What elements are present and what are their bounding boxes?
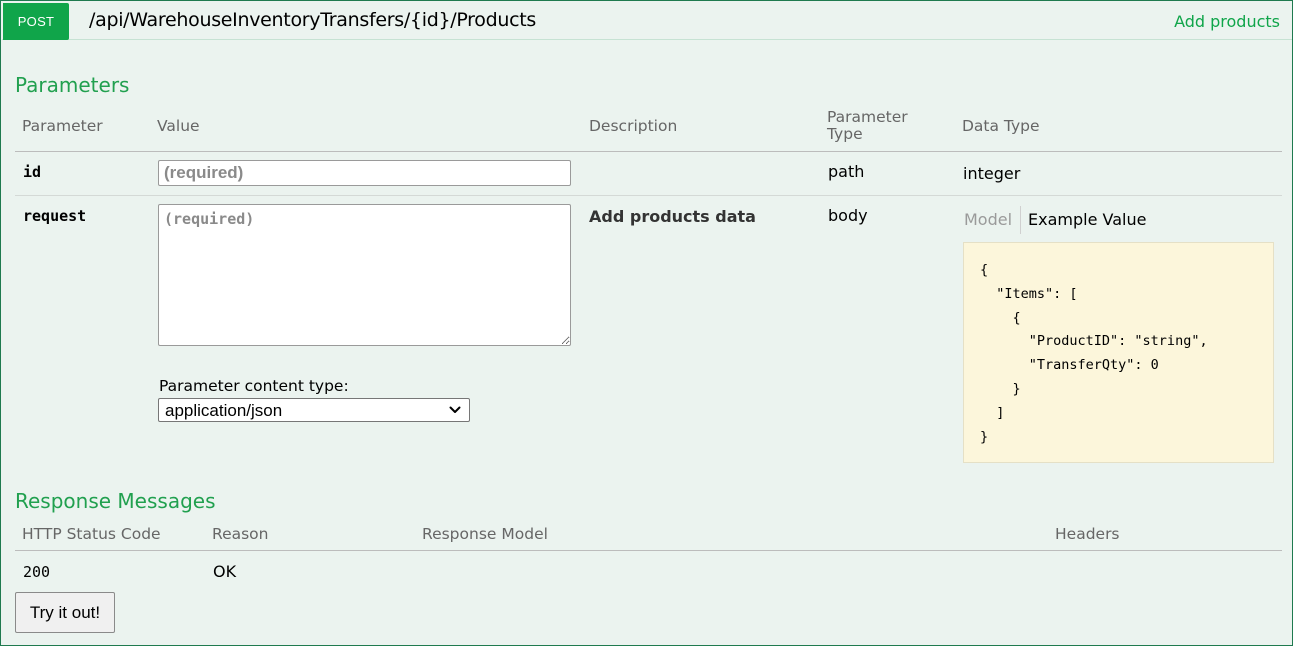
row-divider: [15, 195, 1282, 196]
chevron-down-icon: [449, 406, 461, 413]
col-header-status: HTTP Status Code: [22, 525, 161, 543]
col-header-data-type: Data Type: [962, 117, 1040, 135]
header-divider: [15, 151, 1282, 152]
param-name-request: request: [23, 207, 87, 225]
param-type-request: body: [828, 206, 868, 225]
tab-model[interactable]: Model: [964, 210, 1012, 229]
content-type-value: application/json: [165, 401, 283, 420]
response-messages-title: Response Messages: [15, 489, 216, 513]
parameters-title: Parameters: [15, 73, 130, 97]
operation-path[interactable]: /api/WarehouseInventoryTransfers/{id}/Pr…: [89, 9, 536, 31]
col-header-headers: Headers: [1055, 525, 1120, 543]
response-reason: OK: [213, 562, 237, 581]
col-header-parameter-type-line1: Parameter: [827, 108, 908, 126]
col-header-parameter-type: Parameter Type: [827, 109, 908, 143]
operation-panel: POST /api/WarehouseInventoryTransfers/{i…: [0, 0, 1293, 646]
example-value-code: { "Items": [ { "ProductID": "string", "T…: [980, 262, 1208, 445]
operation-summary[interactable]: Add products: [1174, 12, 1280, 31]
description-request: Add products data: [589, 207, 756, 226]
example-value-box[interactable]: { "Items": [ { "ProductID": "string", "T…: [963, 242, 1274, 463]
col-header-parameter-type-line2: Type: [827, 125, 863, 143]
tab-divider: [1020, 206, 1021, 234]
col-header-value: Value: [157, 117, 200, 135]
col-header-reason: Reason: [212, 525, 269, 543]
content-type-select[interactable]: application/json: [158, 398, 470, 422]
param-type-id: path: [828, 162, 865, 181]
col-header-parameter: Parameter: [22, 117, 103, 135]
responses-header-divider: [15, 550, 1282, 551]
request-body-textarea[interactable]: [158, 204, 571, 346]
operation-header[interactable]: POST /api/WarehouseInventoryTransfers/{i…: [2, 2, 1292, 40]
param-name-id: id: [23, 163, 42, 181]
response-status: 200: [23, 563, 51, 581]
data-type-id: integer: [963, 164, 1021, 183]
col-header-response-model: Response Model: [422, 525, 548, 543]
col-header-description: Description: [589, 117, 678, 135]
tab-example-value[interactable]: Example Value: [1028, 210, 1146, 229]
id-input[interactable]: [158, 160, 571, 186]
content-type-label: Parameter content type:: [159, 377, 349, 395]
try-it-out-button[interactable]: Try it out!: [15, 592, 115, 633]
method-badge[interactable]: POST: [3, 3, 69, 40]
